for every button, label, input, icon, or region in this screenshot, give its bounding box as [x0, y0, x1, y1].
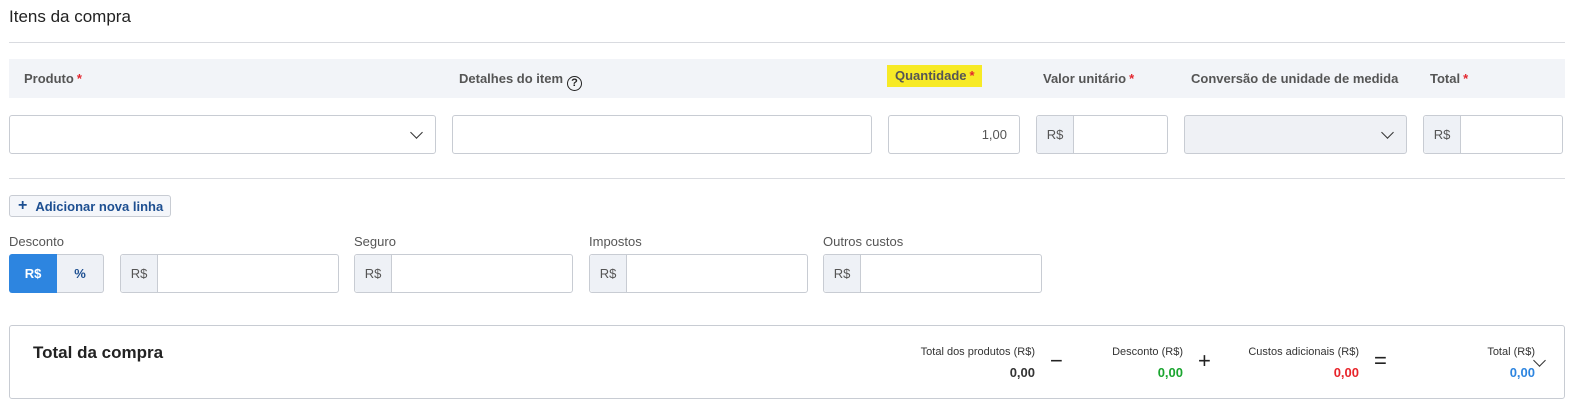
impostos-input[interactable]: R$ — [589, 254, 808, 293]
chevron-down-icon — [1533, 354, 1546, 367]
purchase-summary-panel — [9, 325, 1565, 399]
summary-title: Total da compra — [33, 343, 164, 362]
currency-prefix: R$ — [121, 255, 158, 292]
valor-unitario-input[interactable]: R$ — [1036, 115, 1168, 154]
help-icon[interactable]: ? — [567, 76, 583, 91]
desconto-label: Desconto — [9, 234, 64, 249]
desconto-summary-value: 0,00 — [1157, 365, 1183, 380]
equals-icon: = — [1374, 348, 1387, 373]
quantidade-input[interactable]: 1,00 — [888, 115, 1020, 154]
required-mark: * — [1463, 71, 1469, 86]
column-header-conversao: Conversão de unidade de medida — [1191, 71, 1399, 86]
seguro-input[interactable]: R$ — [354, 254, 573, 293]
desconto-input[interactable]: R$ — [120, 254, 339, 293]
currency-prefix: R$ — [824, 255, 861, 292]
outros-custos-input[interactable]: R$ — [823, 254, 1042, 293]
chevron-down-icon — [1381, 126, 1394, 139]
detalhes-input[interactable] — [452, 115, 872, 154]
outros-custos-label: Outros custos — [823, 234, 904, 249]
conversao-select[interactable] — [1184, 115, 1407, 154]
currency-prefix: R$ — [590, 255, 627, 292]
chevron-down-icon — [410, 126, 423, 139]
minus-icon: − — [1050, 348, 1063, 373]
total-produtos-label: Total dos produtos (R$) — [920, 346, 1035, 358]
produto-select[interactable] — [9, 115, 436, 154]
quantidade-value: 1,00 — [981, 127, 1007, 142]
desconto-toggle-percent[interactable]: % — [57, 254, 104, 293]
add-line-button[interactable]: + Adicionar nova linha — [9, 195, 171, 217]
currency-prefix: R$ — [355, 255, 392, 292]
total-produtos-value: 0,00 — [1009, 365, 1035, 380]
add-line-label: Adicionar nova linha — [35, 198, 164, 214]
plus-icon: + — [18, 197, 28, 214]
column-header-valor-unitario: Valor unitário * — [1043, 71, 1135, 86]
plus-icon: + — [1198, 348, 1211, 373]
summary-expand-toggle[interactable] — [1526, 350, 1552, 376]
custos-adicionais-value: 0,00 — [1333, 365, 1359, 380]
seguro-label: Seguro — [354, 234, 396, 249]
desconto-summary-label: Desconto (R$) — [1112, 346, 1183, 358]
impostos-label: Impostos — [589, 234, 642, 249]
divider — [9, 42, 1565, 43]
section-title: Itens da compra — [9, 7, 131, 26]
required-mark: * — [1129, 71, 1135, 86]
custos-adicionais-label: Custos adicionais (R$) — [1248, 346, 1359, 358]
desconto-toggle-currency[interactable]: R$ — [9, 254, 57, 293]
column-header-produto: Produto * — [24, 71, 82, 86]
column-header-quantidade: Quantidade * — [887, 65, 982, 87]
currency-prefix: R$ — [1424, 116, 1461, 153]
column-header-total: Total * — [1430, 71, 1469, 86]
divider — [9, 178, 1565, 179]
column-header-detalhes: Detalhes do item? — [459, 71, 583, 91]
currency-prefix: R$ — [1037, 116, 1074, 153]
total-input[interactable]: R$ — [1423, 115, 1563, 154]
required-mark: * — [969, 68, 975, 83]
required-mark: * — [76, 71, 82, 86]
